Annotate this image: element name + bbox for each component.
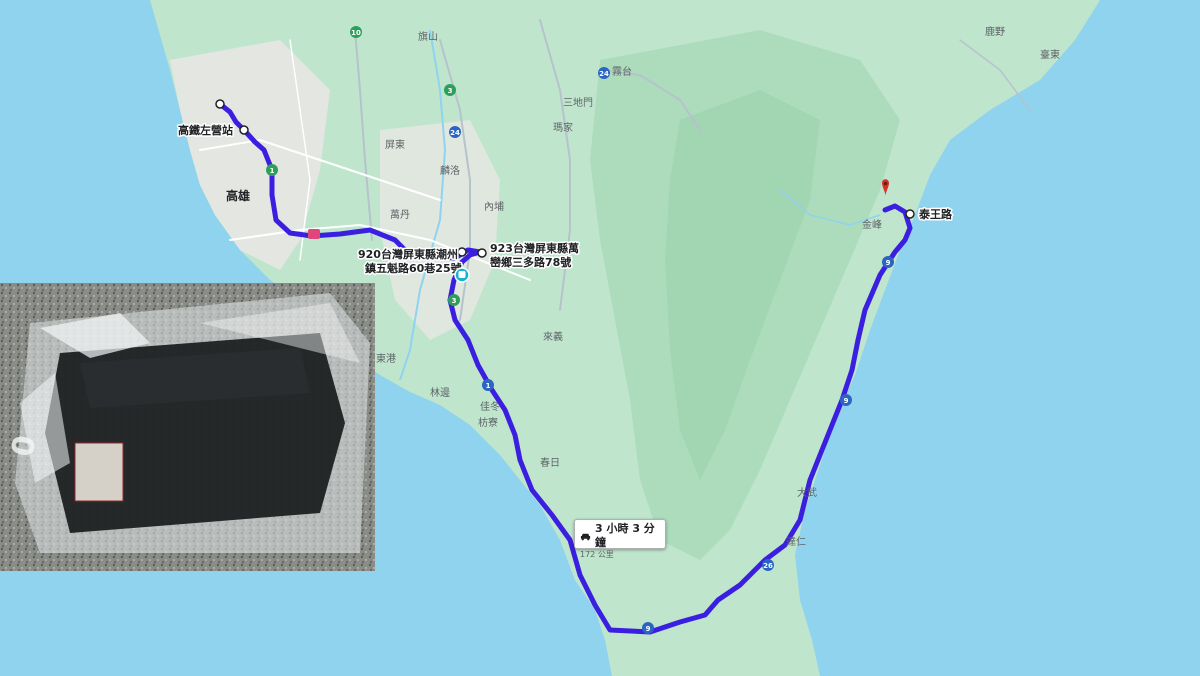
car-icon (580, 533, 591, 540)
highway-shield-24b: 24 (598, 67, 610, 79)
route-parking-icon (308, 229, 320, 239)
svg-text:9: 9 (646, 625, 651, 633)
stop-a-marker[interactable] (457, 247, 467, 257)
stop-a-label-line1: 920台灣屏東縣潮州 (358, 247, 458, 261)
highway-shield-9c: 9 (882, 256, 894, 268)
place-maolin: 霧台 (612, 65, 632, 78)
highway-shield-10: 10 (350, 26, 362, 38)
destination-marker[interactable] (905, 209, 915, 219)
place-chunri: 春日 (540, 457, 560, 469)
destination-label: 泰王路 (918, 207, 953, 221)
place-kaohsiung: 高雄 (226, 188, 250, 203)
place-linbian: 林邊 (430, 386, 450, 399)
place-daren: 達仁 (786, 536, 806, 548)
package-photo: 0 (0, 283, 375, 571)
train-station-icon[interactable] (454, 267, 470, 283)
waypoint-marker-zuoying[interactable] (239, 125, 249, 135)
place-sandimen: 三地門 (563, 96, 593, 109)
svg-text:3: 3 (452, 297, 457, 305)
place-linluo: 麟洛 (440, 164, 460, 177)
route-distance: 172 公里 (580, 550, 614, 559)
place-fangliao: 枋寮 (478, 416, 498, 429)
origin-label: 高鐵左營站 (178, 123, 233, 137)
highway-shield-9b: 9 (840, 394, 852, 406)
highway-shield-1: 1 (266, 164, 278, 176)
highway-shield-1b: 1 (482, 379, 494, 391)
place-dawu: 大武 (797, 486, 817, 499)
highway-shield-26: 26 (762, 559, 774, 571)
highway-shield-3: 3 (444, 84, 456, 96)
highway-shield-24: 24 (449, 126, 461, 138)
place-jiadong: 佳冬 (480, 400, 500, 413)
route-time: 3 小時 3 分鐘 (580, 522, 660, 550)
place-taitung: 臺東 (1040, 48, 1060, 61)
place-luye: 鹿野 (985, 25, 1005, 38)
place-wandan: 萬丹 (390, 208, 410, 221)
svg-text:10: 10 (351, 29, 361, 37)
stop-b-label-line1: 923台灣屏東縣萬 (490, 241, 579, 255)
place-neipu: 內埔 (484, 200, 504, 213)
svg-text:26: 26 (763, 562, 773, 570)
svg-text:24: 24 (599, 70, 609, 78)
svg-text:3: 3 (448, 87, 453, 95)
svg-text:1: 1 (486, 382, 491, 390)
svg-text:24: 24 (450, 129, 460, 137)
route-info-box[interactable]: 3 小時 3 分鐘 172 公里 (574, 519, 666, 559)
svg-text:1: 1 (270, 167, 275, 175)
place-donggang: 東港 (376, 352, 396, 365)
svg-text:9: 9 (844, 397, 849, 405)
place-jinfeng: 金峰 (862, 218, 882, 231)
route-time-text: 3 小時 3 分鐘 (595, 522, 655, 549)
place-pingtung: 屏東 (385, 138, 405, 151)
origin-marker[interactable] (215, 99, 225, 109)
place-laiyi: 來義 (543, 330, 563, 343)
svg-text:9: 9 (886, 259, 891, 267)
highway-shield-3b: 3 (448, 294, 460, 306)
place-qishan: 旗山 (418, 30, 438, 43)
stop-b-marker[interactable] (477, 248, 487, 258)
stop-b-label-line2: 巒鄉三多路78號 (490, 255, 571, 269)
place-majia: 瑪家 (553, 121, 573, 134)
highway-shield-9: 9 (642, 622, 654, 634)
package-photo-image: 0 (0, 283, 375, 571)
stop-a-label-line2: 鎮五魁路60巷25號 (365, 261, 462, 275)
